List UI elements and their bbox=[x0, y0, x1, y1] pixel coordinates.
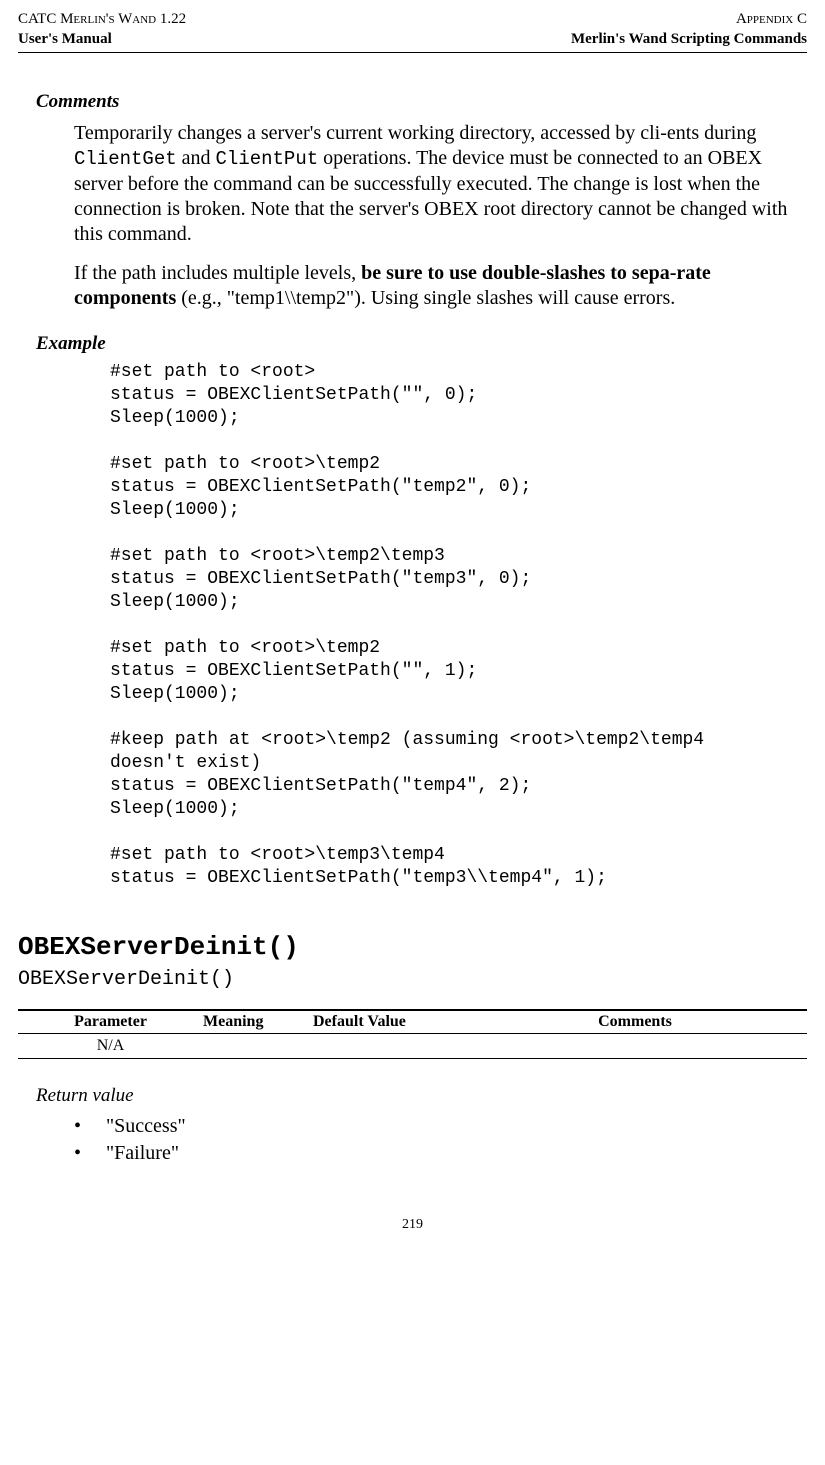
header-right-bottom: Merlin's Wand Scripting Commands bbox=[571, 30, 807, 50]
header-left-bottom: User's Manual bbox=[18, 30, 112, 50]
comments-paragraph-2: If the path includes multiple levels, be… bbox=[74, 261, 799, 311]
example-code: #set path to <root> status = OBEXClientS… bbox=[110, 361, 807, 891]
list-item: "Success" bbox=[74, 1113, 807, 1140]
comments-p1-code2: ClientPut bbox=[216, 148, 319, 170]
th-parameter: Parameter bbox=[18, 1013, 203, 1031]
list-item: "Failure" bbox=[74, 1140, 807, 1167]
comments-p2-b: (e.g., "temp1\\temp2"). Using single sla… bbox=[176, 287, 675, 309]
comments-p1-a: Temporarily changes a server's current w… bbox=[74, 122, 756, 144]
comments-label: Comments bbox=[36, 91, 807, 113]
header-row-1: CATC Merlin's Wand 1.22 Appendix C bbox=[18, 10, 807, 30]
table-row: N/A bbox=[18, 1034, 807, 1059]
header-right-top: Appendix C bbox=[736, 10, 807, 30]
list-item-text: "Failure" bbox=[106, 1142, 179, 1164]
parameter-table: Parameter Meaning Default Value Comments… bbox=[18, 1009, 807, 1059]
td-parameter: N/A bbox=[18, 1037, 203, 1055]
function-signature: OBEXServerDeinit() bbox=[18, 968, 807, 991]
th-comments: Comments bbox=[463, 1013, 807, 1031]
td-comments bbox=[463, 1037, 807, 1055]
page: CATC Merlin's Wand 1.22 Appendix C User'… bbox=[0, 0, 825, 1273]
table-header-row: Parameter Meaning Default Value Comments bbox=[18, 1009, 807, 1034]
return-value-list: "Success" "Failure" bbox=[74, 1113, 807, 1167]
comments-p1-b: and bbox=[177, 147, 216, 169]
comments-p1-code1: ClientGet bbox=[74, 148, 177, 170]
return-value-label: Return value bbox=[36, 1085, 807, 1107]
list-item-text: "Success" bbox=[106, 1115, 186, 1137]
comments-p2-a: If the path includes multiple levels, bbox=[74, 262, 361, 284]
function-heading: OBEXServerDeinit() bbox=[18, 932, 807, 962]
page-number: 219 bbox=[18, 1217, 807, 1233]
comments-paragraph-1: Temporarily changes a server's current w… bbox=[74, 121, 799, 247]
th-default: Default Value bbox=[313, 1013, 463, 1031]
td-default bbox=[313, 1037, 463, 1055]
td-meaning bbox=[203, 1037, 313, 1055]
header-left-top: CATC Merlin's Wand 1.22 bbox=[18, 10, 186, 30]
header-row-2: User's Manual Merlin's Wand Scripting Co… bbox=[18, 30, 807, 50]
example-label: Example bbox=[36, 333, 807, 355]
th-meaning: Meaning bbox=[203, 1013, 313, 1031]
header-rule bbox=[18, 52, 807, 53]
